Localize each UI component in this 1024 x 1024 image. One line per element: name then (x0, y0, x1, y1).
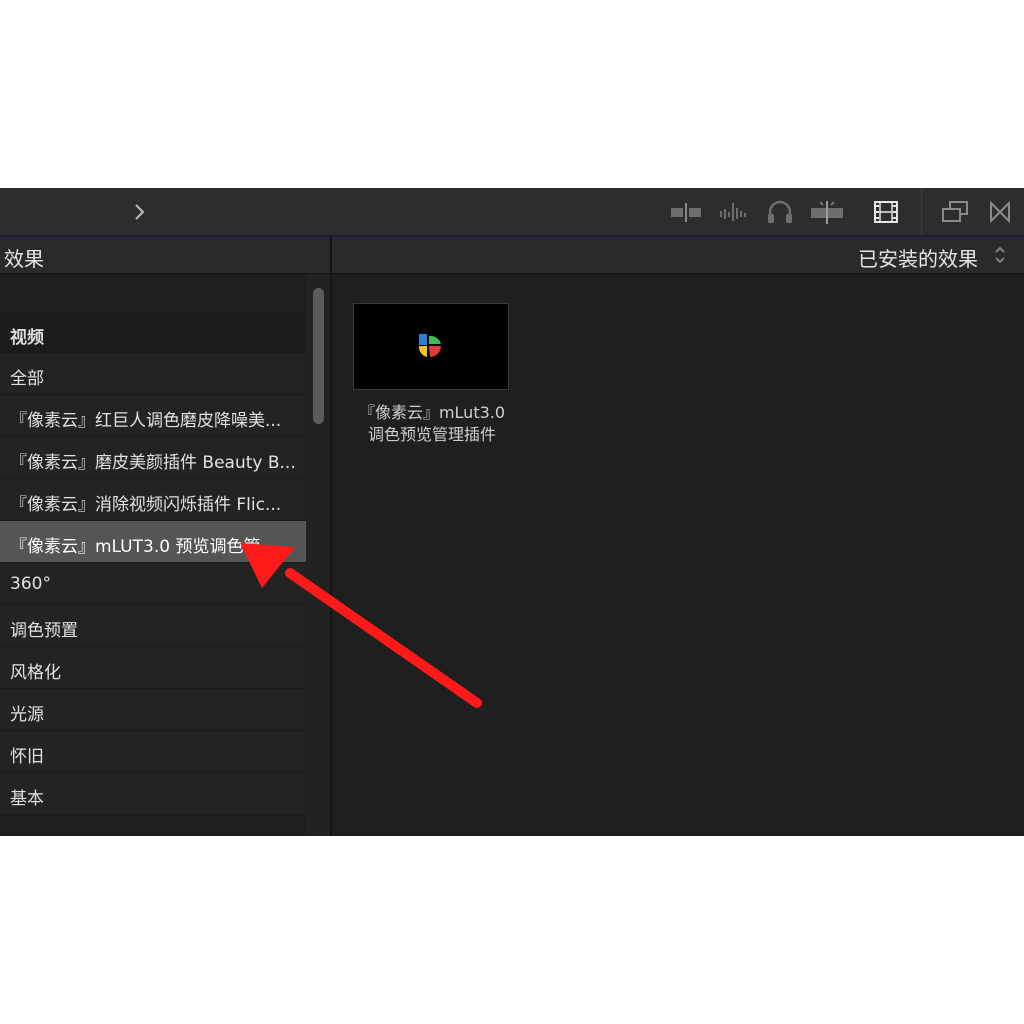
sidebar-item-label: 全部 (10, 369, 44, 389)
sidebar-item-flicker-free[interactable]: 『像素云』消除视频闪烁插件 Flic... (0, 479, 306, 521)
effects-panel-header: 效果 (0, 237, 330, 274)
sidebar-item-basics[interactable]: 基本 (0, 773, 306, 815)
window-stack-icon[interactable] (942, 200, 968, 224)
effects-browser-grid: 『像素云』mLut3.0 调色预览管理插件 (332, 274, 1024, 836)
sidebar-item-label: 调色预置 (10, 621, 78, 641)
sidebar-item-stylize[interactable]: 风格化 (0, 647, 306, 689)
sidebar-item-red-giant[interactable]: 『像素云』红巨人调色磨皮降噪美... (0, 395, 306, 437)
transitions-icon[interactable] (989, 200, 1011, 224)
sidebar-item-label: 『像素云』mLUT3.0 预览调色管 (10, 537, 261, 557)
skimming-icon[interactable] (810, 200, 844, 224)
top-toolbar (0, 188, 1024, 237)
effect-thumbnail-mlut[interactable] (353, 303, 509, 390)
clip-split-icon[interactable] (670, 200, 702, 224)
effects-browser-window: 效果 已安装的效果 视频 全部 『像素云』红巨人调色磨皮降噪美... 『像素云』… (0, 188, 1024, 836)
sidebar-item-label: 『像素云』磨皮美颜插件 Beauty B... (10, 453, 296, 473)
effect-caption-line2: 调色预览管理插件 (367, 425, 496, 444)
sidebar-item-label: 风格化 (10, 663, 61, 683)
section-header-label: 视频 (10, 328, 44, 348)
effect-caption-line1: 『像素云』mLut3.0 (358, 403, 506, 422)
up-down-chevron-icon[interactable] (994, 245, 1006, 269)
sidebar-item-mlut[interactable]: 『像素云』mLUT3.0 预览调色管 (0, 521, 306, 563)
sidebar-item-label: 『像素云』消除视频闪烁插件 Flic... (10, 495, 282, 515)
sidebar-item-retro[interactable]: 怀旧 (0, 731, 306, 773)
chevron-right-icon[interactable] (132, 200, 146, 224)
sidebar-item-beauty-box[interactable]: 『像素云』磨皮美颜插件 Beauty B... (0, 437, 306, 479)
toolbar-separator (921, 188, 922, 235)
sidebar-item-color-presets[interactable]: 调色预置 (0, 605, 306, 647)
sidebar-item-label: 怀旧 (10, 747, 44, 767)
sidebar-item-light[interactable]: 光源 (0, 689, 306, 731)
mlut-logo-icon (419, 334, 441, 357)
sidebar-item-label: 光源 (10, 705, 44, 725)
effect-caption: 『像素云』mLut3.0 调色预览管理插件 (342, 402, 522, 446)
audio-waveform-icon[interactable] (718, 200, 750, 224)
sidebar-item-360[interactable]: 360° (0, 563, 306, 605)
sidebar-item-label: 基本 (10, 789, 44, 809)
sidebar-scrollbar-thumb[interactable] (313, 288, 324, 424)
effects-category-sidebar: 视频 全部 『像素云』红巨人调色磨皮降噪美... 『像素云』磨皮美颜插件 Bea… (0, 274, 306, 836)
installed-effects-popup[interactable]: 已安装的效果 (858, 243, 978, 272)
effects-panel-title: 效果 (4, 247, 44, 271)
sidebar-item-label: 『像素云』红巨人调色磨皮降噪美... (10, 411, 282, 431)
installed-effects-header: 已安装的效果 (332, 237, 1024, 274)
section-header-video: 视频 (0, 313, 306, 353)
sidebar-item-all[interactable]: 全部 (0, 353, 306, 395)
filmstrip-icon[interactable] (874, 200, 898, 224)
sidebar-item-label: 360° (10, 574, 51, 594)
headphones-icon[interactable] (767, 200, 793, 224)
